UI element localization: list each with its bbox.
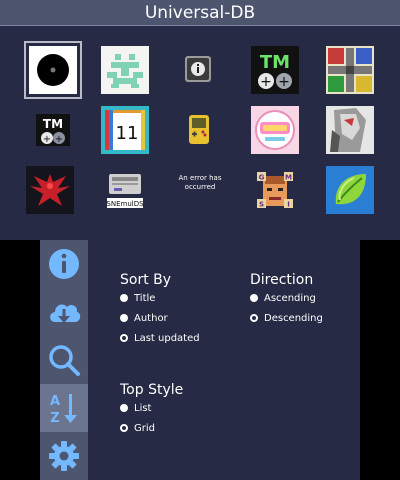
- disc-icon: [29, 46, 77, 94]
- app-tile-anime-character[interactable]: [326, 106, 374, 154]
- sort-option-title[interactable]: Title: [120, 291, 155, 305]
- pixel-sprite-icon: [101, 46, 149, 94]
- sort-option-last-updated[interactable]: Last updated: [120, 331, 200, 345]
- app-tile-puzzle-face[interactable]: G M S I: [251, 166, 299, 214]
- snes-console-icon: SNEmulDS: [106, 174, 144, 208]
- info-icon: [49, 249, 79, 279]
- svg-text:+: +: [43, 134, 51, 145]
- bottom-screen: A Z Sort By Title Author Last updated Di…: [0, 240, 400, 480]
- svg-text:TM: TM: [43, 117, 63, 131]
- svg-text:Z: Z: [50, 411, 59, 426]
- sort-option-author[interactable]: Author: [120, 311, 168, 325]
- app-tile-black-disc[interactable]: [24, 41, 82, 99]
- sidebar-item-info[interactable]: [40, 240, 88, 288]
- sort-option-label: Last updated: [134, 332, 200, 344]
- direction-option-label: Ascending: [264, 292, 316, 304]
- settings-panel: Sort By Title Author Last updated Direct…: [88, 240, 360, 480]
- app-title: Universal-DB: [144, 3, 256, 23]
- svg-text:+: +: [260, 74, 272, 90]
- leaf-icon: [326, 166, 374, 214]
- search-icon: [49, 345, 80, 376]
- app-tile-tm-small[interactable]: TM + +: [29, 106, 77, 154]
- app-tile-gameboy[interactable]: [173, 106, 221, 154]
- calendar-icon: 11: [101, 106, 149, 154]
- radio-selected-icon: [250, 314, 258, 322]
- info-box-icon: [185, 56, 211, 82]
- download-icon: [50, 304, 81, 323]
- anime-logo-icon: [251, 106, 299, 154]
- svg-text:M: M: [285, 174, 292, 182]
- puzzle-face-icon: G M S I: [257, 172, 293, 209]
- tm-small-icon: TM + +: [36, 114, 70, 146]
- radio-unselected-icon: [120, 404, 128, 412]
- app-tile-snes-console[interactable]: SNEmulDS: [101, 166, 149, 214]
- radio-unselected-icon: [250, 294, 258, 302]
- direction-option-descending[interactable]: Descending: [250, 311, 323, 325]
- sort-option-label: Title: [134, 292, 156, 304]
- direction-title: Direction: [250, 272, 314, 288]
- sidebar-item-search[interactable]: [40, 336, 88, 384]
- character-portrait-icon: [326, 106, 374, 154]
- svg-text:G: G: [259, 174, 265, 182]
- radio-selected-icon: [120, 334, 128, 342]
- title-bar: Universal-DB: [0, 0, 400, 26]
- radio-selected-icon: [120, 424, 128, 432]
- top-style-option-label: Grid: [134, 422, 155, 434]
- tm-logo-icon: TM + +: [251, 46, 299, 94]
- radio-unselected-icon: [120, 314, 128, 322]
- sidebar: A Z: [40, 240, 88, 480]
- app-tile-calendar[interactable]: 11: [101, 106, 149, 154]
- sidebar-item-settings[interactable]: [40, 432, 88, 480]
- app-tile-anime-logo[interactable]: [251, 106, 299, 154]
- svg-text:S: S: [259, 201, 264, 209]
- gear-icon: [49, 441, 79, 471]
- calendar-label: 11: [116, 123, 139, 144]
- svg-text:TM: TM: [260, 52, 290, 73]
- direction-option-label: Descending: [264, 312, 323, 324]
- sort-by-title: Sort By: [120, 272, 172, 288]
- radio-unselected-icon: [120, 294, 128, 302]
- app-tile-info-box[interactable]: [173, 46, 221, 94]
- direction-option-ascending[interactable]: Ascending: [250, 291, 316, 305]
- phoenix-icon: [26, 166, 74, 214]
- top-style-title: Top Style: [120, 382, 184, 398]
- top-style-option-grid[interactable]: Grid: [120, 421, 155, 435]
- ludo-board-icon: [326, 46, 374, 94]
- svg-text:+: +: [278, 74, 290, 90]
- app-tile-ludo-board[interactable]: [326, 46, 374, 94]
- app-tile-green-leaf[interactable]: [326, 166, 374, 214]
- svg-text:+: +: [55, 134, 63, 145]
- svg-text:I: I: [287, 201, 290, 209]
- app-tile-error-text[interactable]: An error has occurred: [176, 168, 224, 216]
- sidebar-item-download[interactable]: [40, 288, 88, 336]
- top-style-option-label: List: [134, 402, 152, 414]
- sort-option-label: Author: [134, 312, 168, 324]
- app-tile-tm-plus-minus[interactable]: TM + +: [251, 46, 299, 94]
- sort-az-icon: A Z: [50, 394, 77, 426]
- gameboy-icon: [189, 115, 209, 144]
- svg-text:A: A: [50, 394, 60, 409]
- top-screen: Universal-DB TM + + TM + + 11 SNEmulDS A…: [0, 0, 400, 240]
- app-tile-red-phoenix[interactable]: [26, 166, 74, 214]
- snes-label: SNEmulDS: [106, 200, 144, 208]
- sidebar-item-sort[interactable]: A Z: [40, 384, 88, 432]
- app-tile-green-pixel-sprite[interactable]: [101, 46, 149, 94]
- top-style-option-list[interactable]: List: [120, 401, 151, 415]
- error-message: An error has occurred: [178, 174, 222, 191]
